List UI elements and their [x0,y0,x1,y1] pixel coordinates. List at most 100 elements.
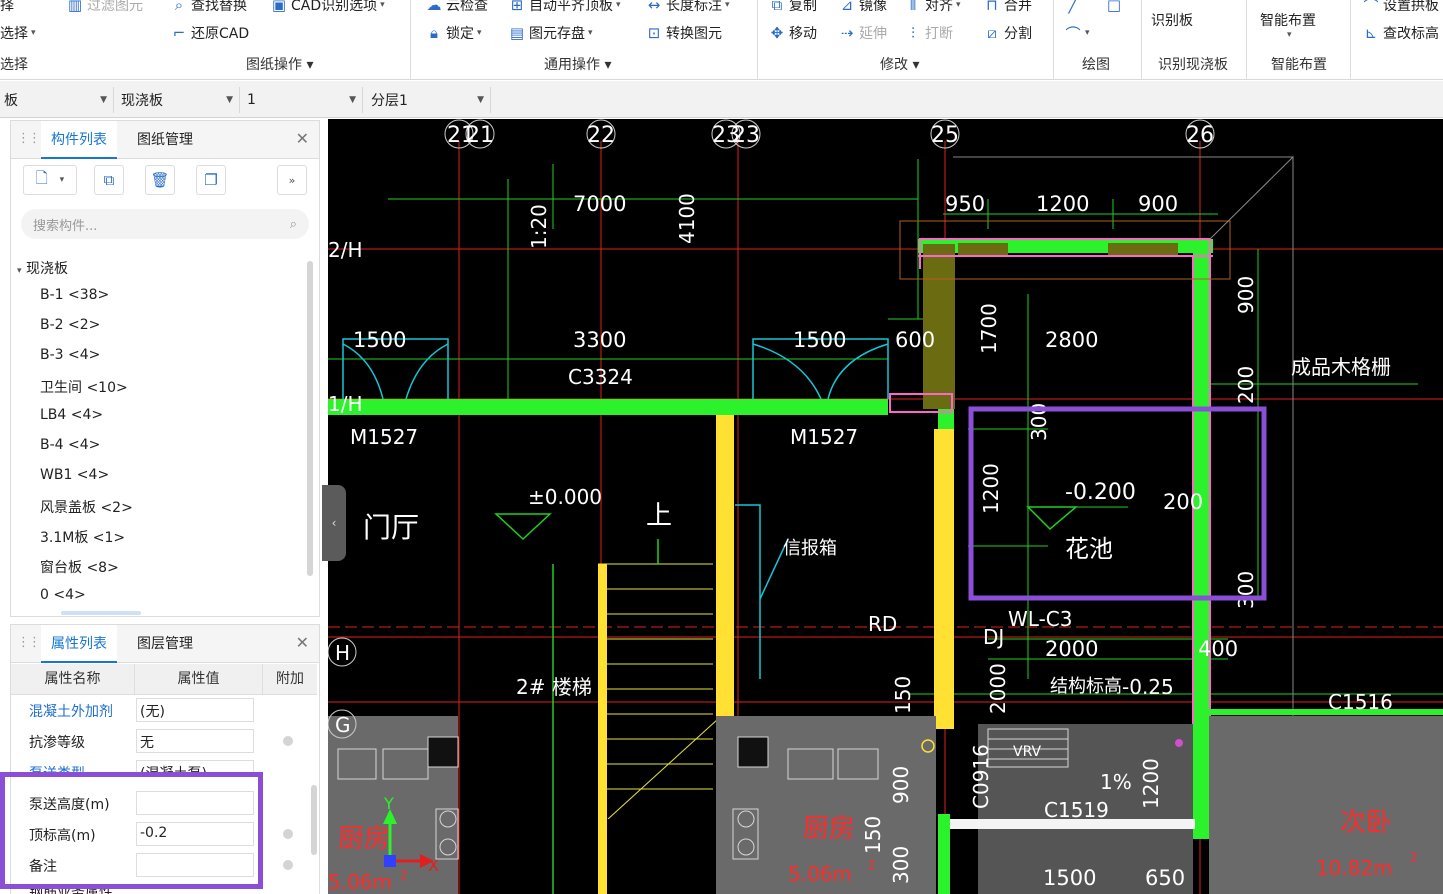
property-name: 抗渗等级 [29,735,85,751]
property-panel-tabs: ⋮⋮ 属性列表 图层管理 ✕ [11,625,319,663]
group-label-modify[interactable]: 修改 ▾ [880,54,919,74]
list-item[interactable]: WB1 <4> [40,467,109,483]
draw-arc-button[interactable]: ⌒ ▾ [1064,22,1089,44]
auto-align-slab-button[interactable]: ⊞ 自动平齐顶板 ▾ [508,0,621,16]
layers-icon: ❐ [204,171,218,189]
property-name[interactable]: 混凝土外加剂 [29,701,113,721]
draw-line-button[interactable]: ╱ [1064,0,1082,16]
filter-element-button[interactable]: ▥ 过滤图元 [66,0,143,16]
more-button[interactable]: » [277,165,307,195]
drag-grip-icon[interactable]: ⋮⋮ [17,131,41,146]
tab-layer-management[interactable]: 图层管理 [127,625,203,663]
cloud-check-icon: ☁ [426,0,442,14]
smart-layout-button[interactable]: 智能布置 [1260,9,1316,31]
select-dropdown[interactable]: 选择 ▾ [0,22,36,44]
lock-button[interactable]: 🔒︎ 锁定 ▾ [425,22,482,44]
app-window: 择 ▥ 过滤图元 ⌕ 查找替换 ▣ CAD识别选项 ▾ ☁ 云检查 ⊞ 自动平齐顶板 ▾ ↔ 长… [0,0,1443,894]
grid-label: 25 [931,123,959,148]
new-file-icon: 🗋︎ [35,168,48,187]
tab-drawing-management[interactable]: 图纸管理 [127,121,203,159]
move-button[interactable]: ✥ 移动 [768,22,817,44]
extra-checkbox[interactable] [283,860,293,870]
convert-element-button[interactable]: ⊡ 转换图元 [645,22,722,44]
table-row: 抗渗等级 无 [11,726,321,757]
tree-root-cast-slab[interactable]: ▾ 现浇板 [17,258,68,278]
list-item[interactable]: 风景盖板 <2> [40,497,133,517]
element-store-button[interactable]: ▤ 图元存盘 ▾ [508,22,593,44]
split-icon: ⧄ [987,24,997,42]
align-button[interactable]: ⫴ 对齐 ▾ [904,0,961,16]
select-button[interactable]: 择 [0,0,14,16]
list-item[interactable]: LB4 <4> [40,407,103,423]
group-label-drawing-ops[interactable]: 图纸操作 ▾ [246,54,313,74]
dim-text: 150 [891,676,915,714]
collapse-panel-button[interactable]: ‹ [322,485,346,561]
component-type-select[interactable]: 现浇板 ▼ [117,87,240,113]
list-item[interactable]: 窗台板 <8> [40,557,119,577]
list-item[interactable]: 0 <4> [40,587,86,603]
set-arch-slab-button[interactable]: ⌒ 设置拱板 [1362,0,1439,16]
list-item[interactable]: 3.1M板 <1> [40,527,125,547]
copy-component-button[interactable]: ⧉ [94,165,124,195]
list-item[interactable]: B-1 <38> [40,287,109,303]
break-button[interactable]: ⫶ 打断 [904,22,953,44]
delete-component-button[interactable]: 🗑︎ [145,165,175,195]
property-value-field[interactable]: 无 [136,729,254,753]
arc-icon: ⌒ [1065,24,1081,43]
merge-button[interactable]: ⊓ 合并 [983,0,1032,16]
column-header-extra: 附加 [263,664,317,695]
cad-label: 1% [1100,770,1132,794]
axis-label-y: Y [383,794,394,813]
dim-text: 1500 [1043,866,1096,890]
recognize-slab-button[interactable]: 识别板 [1151,9,1193,31]
tab-property-list[interactable]: 属性列表 [41,625,117,663]
close-icon[interactable]: ✕ [296,633,309,652]
find-replace-button[interactable]: ⌕ 查找替换 [170,0,247,16]
copy-button[interactable]: ⧉ 复制 [768,0,817,16]
horizontal-scrollbar[interactable] [61,611,141,615]
ribbon-divider [1350,0,1351,80]
cad-options-button[interactable]: ▣ CAD识别选项 ▾ [270,0,385,16]
property-value-field[interactable]: (无) [136,698,254,722]
tab-component-list[interactable]: 构件列表 [41,121,117,159]
drag-grip-icon[interactable]: ⋮⋮ [17,635,41,650]
length-dimension-button[interactable]: ↔ 长度标注 ▾ [645,0,730,16]
grid-label: 26 [1186,123,1214,148]
extra-checkbox[interactable] [283,829,293,839]
list-item[interactable]: 卫生间 <10> [40,377,128,397]
scrollbar[interactable] [307,261,313,576]
cad-label: ±0.000 [528,485,602,509]
close-icon[interactable]: ✕ [296,129,309,148]
column-header-name: 属性名称 [11,664,135,695]
extend-button[interactable]: ⇢ 延伸 [838,22,887,44]
extra-checkbox[interactable] [283,736,293,746]
floor-select[interactable]: 1 ▼ [243,87,363,113]
grid-label: 22 [587,123,615,148]
list-item[interactable]: B-3 <4> [40,347,100,363]
cad-room-label: 厨房 [338,824,390,854]
component-list-panel: ⋮⋮ 构件列表 图纸管理 ✕ 🗋︎ ▾ ⧉ 🗑︎ ❐ » 搜索构件... ⌕ ▾ 现… [10,120,320,617]
list-item[interactable]: B-4 <4> [40,437,100,453]
list-item[interactable]: B-2 <2> [40,317,100,333]
split-button[interactable]: ⧄ 分割 [983,22,1032,44]
cad-canvas[interactable]: 21 21 22 23 23 25 26 2/H 1/H H G 7000 95… [328,119,1443,894]
cloud-check-button[interactable]: ☁ 云检查 [425,0,489,16]
chevron-down-icon: ▾ [306,57,314,73]
category-select[interactable]: 板 ▼ [0,87,114,113]
restore-cad-button[interactable]: ⌐ 还原CAD [170,22,249,44]
draw-rect-button[interactable]: □ [1105,0,1123,16]
check-elevation-button[interactable]: ⊾ 查改标高 [1362,22,1439,44]
cad-label: 门厅 [363,511,419,544]
convert-icon: ⊡ [647,24,661,42]
duplicate-layer-button[interactable]: ❐ [196,165,226,195]
search-input[interactable]: 搜索构件... ⌕ [21,209,309,239]
new-component-button[interactable]: 🗋︎ ▾ [23,165,77,195]
dim-text: 1:20 [527,204,551,249]
dim-text: 900 [1138,192,1178,216]
dim-text: 1200 [979,463,1003,514]
restore-cad-icon: ⌐ [172,24,186,42]
mirror-button[interactable]: ⊿ 镜像 [838,0,887,16]
layer-select[interactable]: 分层1 ▼ [367,87,491,113]
group-label-general-ops[interactable]: 通用操作 ▾ [544,54,611,74]
scrollbar[interactable] [311,785,317,855]
